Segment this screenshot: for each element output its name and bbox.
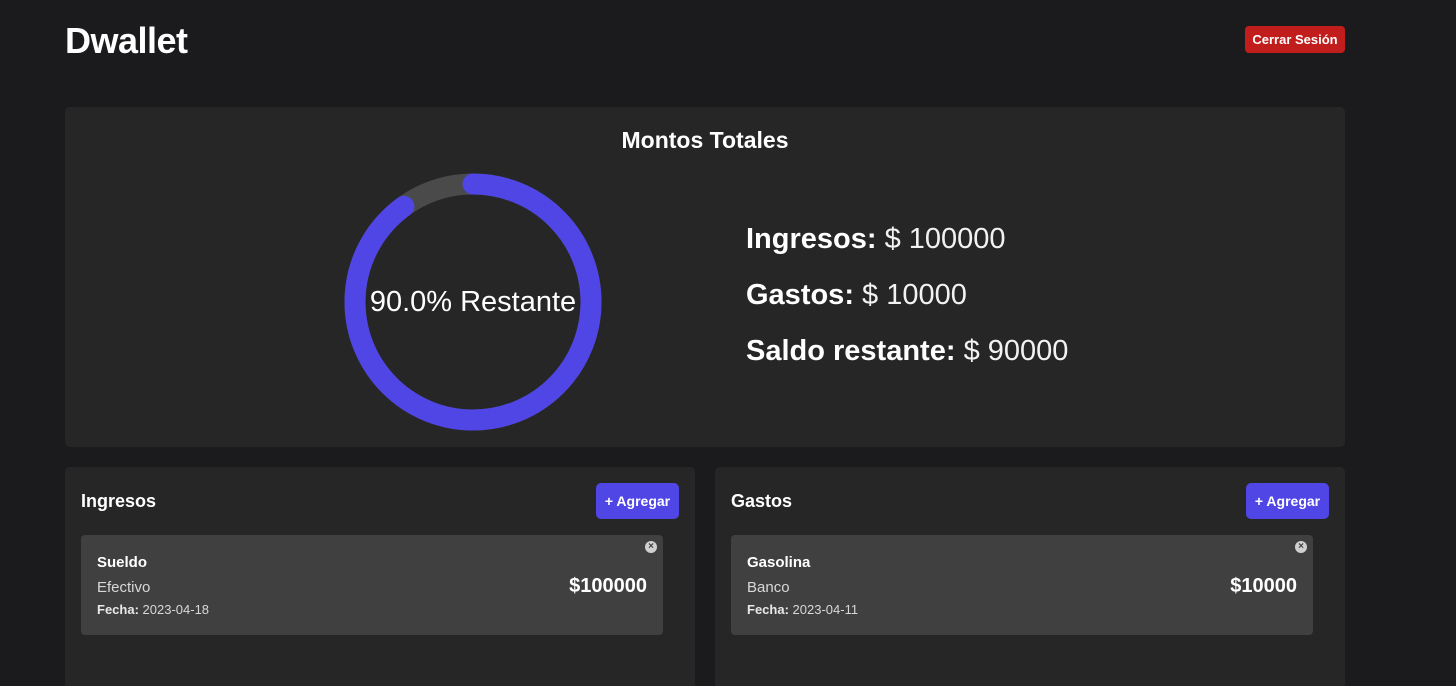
add-ingreso-button[interactable]: + Agregar (596, 483, 679, 519)
item-date: Fecha: 2023-04-11 (747, 602, 858, 617)
totals-panel: Montos Totales 90.0% Restante Ingresos: … (65, 107, 1345, 447)
item-name: Gasolina (747, 554, 811, 571)
summary-label: Ingresos: (746, 223, 877, 255)
brand-logo: Dwallet (65, 20, 188, 61)
item-name: Sueldo (97, 554, 148, 571)
summary-saldo: Saldo restante: $ 90000 (746, 331, 1068, 387)
summary-label: Saldo restante: (746, 335, 956, 367)
gastos-title: Gastos (731, 491, 793, 511)
summary-value: $ 100000 (884, 223, 1006, 255)
close-icon[interactable]: × (1295, 541, 1307, 553)
remaining-donut-chart: 90.0% Restante (344, 173, 602, 431)
gastos-panel: Gastos + Agregar × Gasolina Banco Fecha:… (715, 467, 1345, 686)
item-date-value: 2023-04-11 (792, 602, 859, 617)
summary-value: $ 90000 (963, 335, 1069, 367)
donut-center-label: 90.0% Restante (369, 285, 577, 318)
item-date-value: 2023-04-18 (142, 602, 210, 617)
summary-label: Gastos: (746, 279, 854, 311)
item-date-label: Fecha: (97, 602, 139, 617)
add-gasto-button[interactable]: + Agregar (1246, 483, 1329, 519)
totals-title: Montos Totales (621, 127, 789, 153)
list-item: × Gasolina Banco Fecha: 2023-04-11 $1000… (731, 535, 1313, 635)
item-amount: $10000 (1230, 575, 1297, 597)
item-amount: $100000 (569, 575, 647, 597)
summary-gastos: Gastos: $ 10000 (746, 275, 1068, 331)
app-root: Dwallet Cerrar Sesión Montos Totales 90.… (0, 0, 1456, 686)
item-date-label: Fecha: (747, 602, 789, 617)
list-item: × Sueldo Efectivo Fecha: 2023-04-18 $100… (81, 535, 663, 635)
ingresos-panel: Ingresos + Agregar × Sueldo Efectivo Fec… (65, 467, 695, 686)
close-icon[interactable]: × (645, 541, 657, 553)
totals-summary: Ingresos: $ 100000 Gastos: $ 10000 Saldo… (746, 219, 1068, 387)
ingresos-title: Ingresos (81, 491, 157, 511)
summary-ingresos: Ingresos: $ 100000 (746, 219, 1068, 275)
summary-value: $ 10000 (862, 279, 967, 311)
logout-button[interactable]: Cerrar Sesión (1245, 26, 1345, 53)
item-date: Fecha: 2023-04-18 (97, 602, 209, 617)
item-method: Efectivo (97, 579, 151, 596)
item-method: Banco (747, 579, 790, 596)
